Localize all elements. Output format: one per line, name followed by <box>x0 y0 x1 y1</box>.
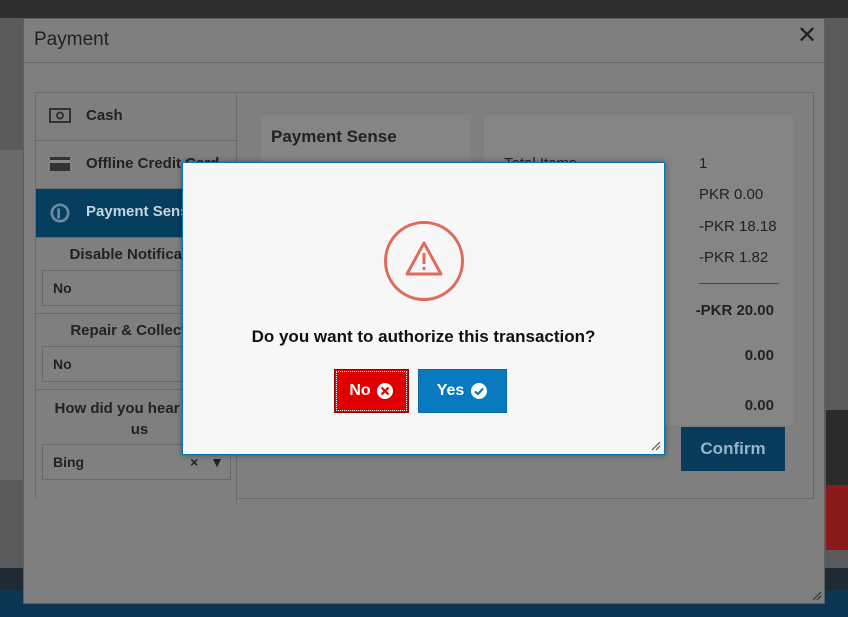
payment-sense-panel: Payment Sense <box>261 115 471 165</box>
resize-grip-icon[interactable] <box>649 439 661 451</box>
background-right-strip <box>826 410 848 485</box>
no-button[interactable]: No <box>334 369 409 413</box>
summary-value: 0.00 <box>744 347 774 364</box>
yes-button-label: Yes <box>436 382 465 399</box>
method-label: Cash <box>86 107 123 124</box>
summary-value: -PKR 1.82 <box>699 249 769 266</box>
dialog-header-divider <box>24 62 824 63</box>
background-topbar <box>0 0 848 18</box>
panel-title: Payment Sense <box>271 127 397 146</box>
summary-value: -PKR 18.18 <box>699 218 777 235</box>
summary-divider <box>699 283 779 284</box>
close-icon[interactable]: ✕ <box>796 24 818 48</box>
yes-button[interactable]: Yes <box>418 369 507 413</box>
check-circle-icon <box>471 383 488 399</box>
summary-value: -PKR 20.00 <box>695 302 774 319</box>
background-red-strip <box>826 485 848 550</box>
cancel-circle-icon <box>376 383 393 399</box>
summary-value: PKR 0.00 <box>699 186 764 203</box>
background-left-strip <box>0 150 24 480</box>
warning-icon <box>384 221 464 301</box>
payment-sense-icon <box>50 203 70 223</box>
resize-grip-icon[interactable] <box>810 589 822 601</box>
cash-icon <box>49 108 71 123</box>
payment-dialog-title: Payment <box>34 29 109 50</box>
summary-value: 0.00 <box>744 397 774 414</box>
clear-icon[interactable]: × <box>190 454 198 470</box>
selected-value: Bing <box>53 454 85 470</box>
no-button-label: No <box>349 382 371 399</box>
summary-value: 1 <box>699 155 708 172</box>
modal-question: Do you want to authorize this transactio… <box>251 327 596 346</box>
method-cash[interactable]: Cash <box>36 93 237 141</box>
credit-card-icon <box>50 157 70 171</box>
confirm-button[interactable]: Confirm <box>681 427 785 471</box>
authorize-modal: Do you want to authorize this transactio… <box>182 162 665 455</box>
chevron-down-icon[interactable]: ▼ <box>210 454 224 470</box>
